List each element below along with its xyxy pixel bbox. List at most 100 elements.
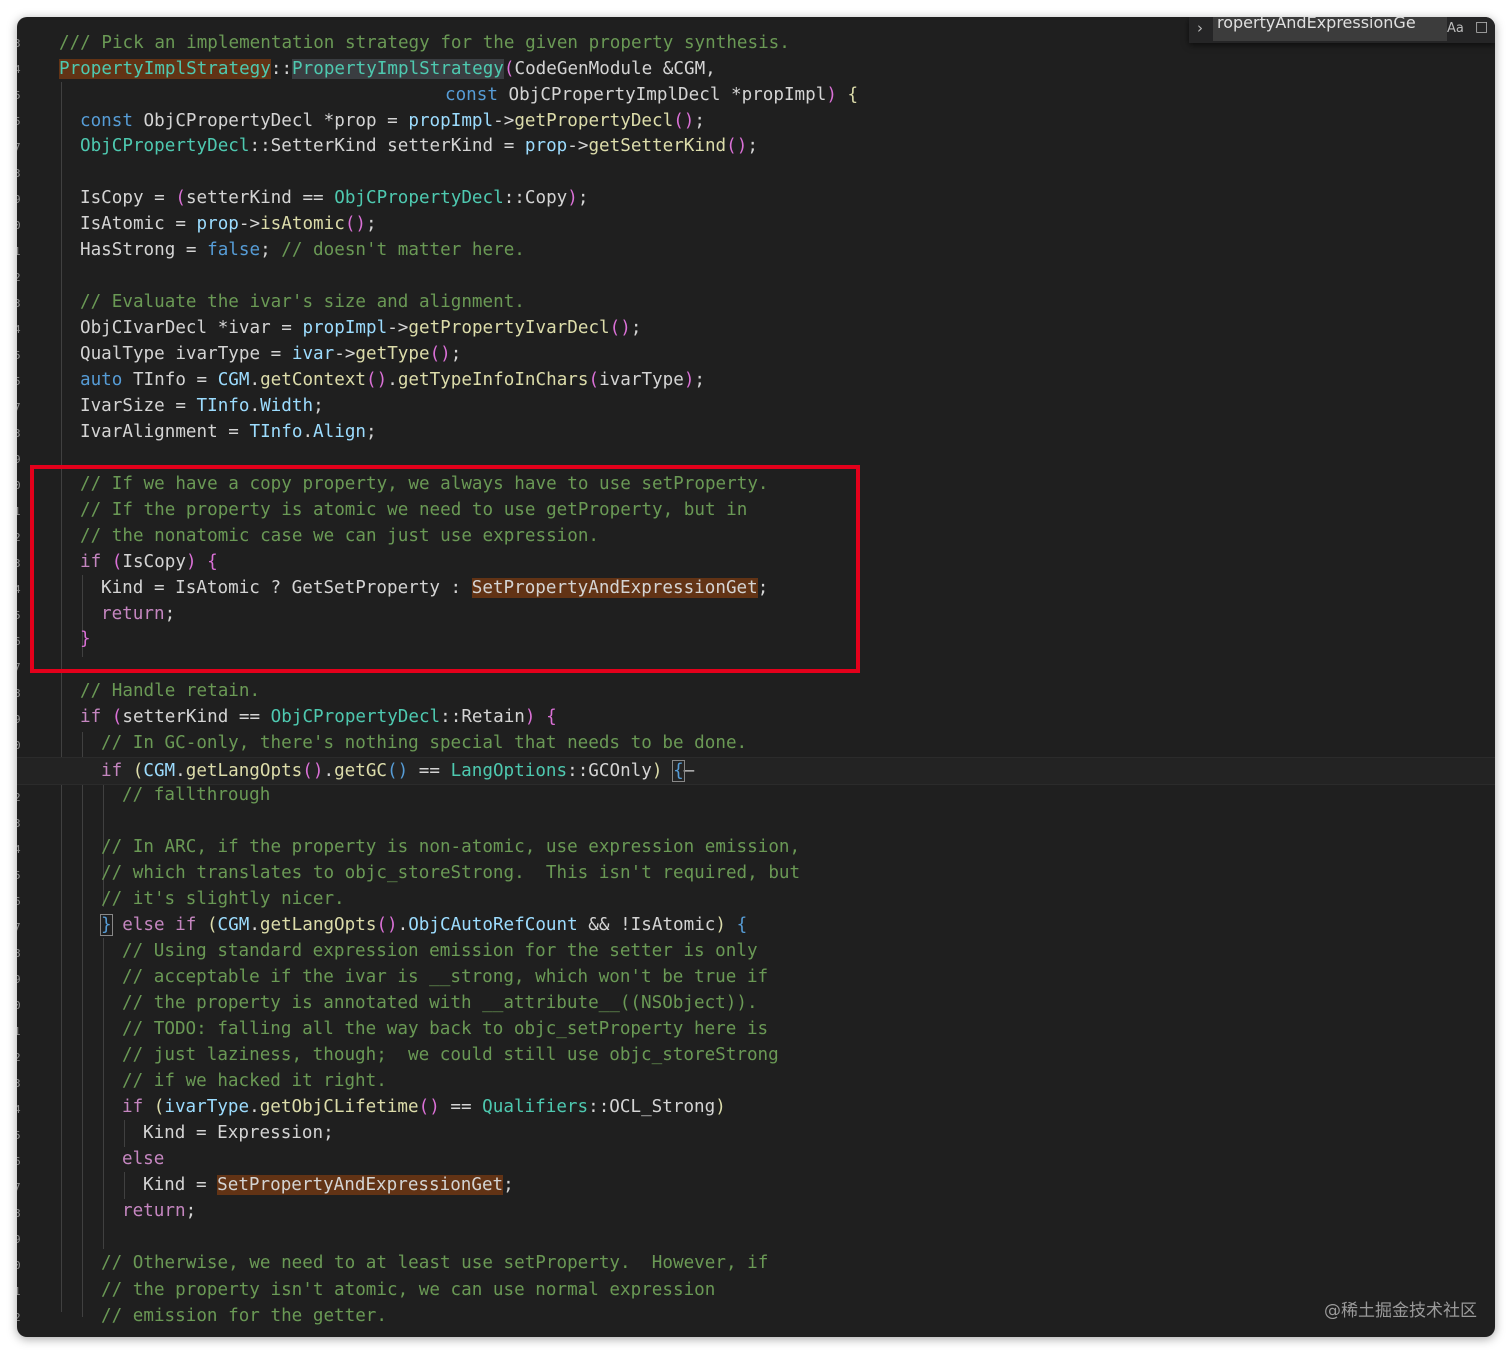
code-line[interactable]: // fallthrough bbox=[17, 782, 1495, 808]
code-token: QualType ivarType = bbox=[80, 344, 292, 364]
code-token: ObjCPropertyDecl *prop = bbox=[132, 111, 409, 131]
find-widget[interactable]: › ropertyAndExpressionGe Aa □ bbox=[1189, 17, 1495, 43]
code-token: propImpl bbox=[302, 318, 388, 338]
code-token: ObjCIvarDecl *ivar = bbox=[80, 318, 303, 338]
match-case-toggle[interactable]: Aa bbox=[1447, 21, 1464, 36]
code-token: ::Retain bbox=[440, 707, 525, 727]
code-token: const bbox=[445, 85, 498, 105]
code-line[interactable]: IvarAlignment = TInfo.Align; bbox=[17, 419, 1495, 445]
code-line[interactable]: Kind = Expression; bbox=[17, 1120, 1495, 1146]
code-line[interactable]: // which translates to objc_storeStrong.… bbox=[17, 860, 1495, 886]
find-input[interactable]: ropertyAndExpressionGe bbox=[1213, 17, 1447, 41]
code-line[interactable]: auto TInfo = CGM.getContext().getTypeInf… bbox=[17, 367, 1495, 393]
code-token: getLangOpts bbox=[185, 761, 303, 781]
code-line[interactable]: return; bbox=[17, 1198, 1495, 1224]
code-token: PropertyImplStrategy bbox=[59, 59, 271, 79]
code-token: { bbox=[847, 85, 859, 105]
code-line[interactable]: ObjCIvarDecl *ivar = propImpl->getProper… bbox=[17, 315, 1495, 341]
code-token: isAtomic bbox=[260, 214, 345, 234]
code-token: getSetterKind bbox=[588, 136, 727, 156]
code-token: // Otherwise, we need to at least use se… bbox=[101, 1253, 769, 1273]
code-line[interactable]: // Using standard expression emission fo… bbox=[17, 938, 1495, 964]
code-line[interactable]: ObjCPropertyDecl::SetterKind setterKind … bbox=[17, 133, 1495, 159]
code-line[interactable]: PropertyImplStrategy::PropertyImplStrate… bbox=[17, 56, 1495, 82]
code-line[interactable]: // Evaluate the ivar's size and alignmen… bbox=[17, 289, 1495, 315]
regex-icon[interactable]: □ bbox=[1475, 19, 1488, 35]
code-token: getTypeInfoInChars bbox=[397, 370, 589, 390]
code-token: ( bbox=[588, 370, 600, 390]
code-token: SetPropertyAndExpressionGet bbox=[217, 1175, 504, 1195]
code-line[interactable]: IsCopy = (setterKind == ObjCPropertyDecl… bbox=[17, 185, 1495, 211]
code-token: && !IsAtomic bbox=[577, 915, 716, 935]
code-line[interactable]: const ObjCPropertyDecl *prop = propImpl-… bbox=[17, 108, 1495, 134]
code-line[interactable]: Kind = SetPropertyAndExpressionGet; bbox=[17, 1172, 1495, 1198]
code-line[interactable]: // if we hacked it right. bbox=[17, 1068, 1495, 1094]
code-token: . bbox=[302, 422, 314, 442]
code-token: () bbox=[387, 761, 409, 781]
code-line[interactable]: } else if (CGM.getLangOpts().ObjCAutoRef… bbox=[17, 912, 1495, 938]
code-token: if bbox=[122, 1097, 144, 1117]
code-token: ; bbox=[366, 214, 377, 234]
code-line[interactable]: if (CGM.getLangOpts().getGC() == LangOpt… bbox=[17, 757, 1495, 785]
code-line[interactable]: if (setterKind == ObjCPropertyDecl::Reta… bbox=[17, 704, 1495, 730]
code-token: TInfo = bbox=[122, 370, 218, 390]
code-token: ::SetterKind setterKind = bbox=[249, 136, 525, 156]
code-line[interactable]: // just laziness, though; we could still… bbox=[17, 1042, 1495, 1068]
code-line[interactable]: // TODO: falling all the way back to obj… bbox=[17, 1016, 1495, 1042]
code-line[interactable]: IsAtomic = prop->isAtomic(); bbox=[17, 211, 1495, 237]
code-line[interactable]: // In ARC, if the property is non-atomic… bbox=[17, 834, 1495, 860]
code-token: Kind = Expression; bbox=[143, 1123, 334, 1143]
code-token: ; bbox=[577, 188, 589, 208]
code-line[interactable]: HasStrong = false; // doesn't matter her… bbox=[17, 237, 1495, 263]
code-token: IsAtomic = bbox=[80, 214, 197, 234]
code-token: ; bbox=[185, 1201, 197, 1221]
code-token: -> bbox=[334, 344, 356, 364]
code-line[interactable]: else bbox=[17, 1146, 1495, 1172]
code-line[interactable]: // emission for the getter. bbox=[17, 1303, 1495, 1329]
code-token: getObjCLifetime bbox=[259, 1097, 419, 1117]
code-line[interactable]: // Handle retain. bbox=[17, 678, 1495, 704]
code-line[interactable]: IvarSize = TInfo.Width; bbox=[17, 393, 1495, 419]
code-token: ObjCPropertyImplDecl *propImpl bbox=[497, 85, 827, 105]
code-line[interactable]: const ObjCPropertyImplDecl *propImpl) { bbox=[17, 82, 1495, 108]
code-token: ; bbox=[747, 136, 758, 156]
code-line[interactable]: // Otherwise, we need to at least use se… bbox=[17, 1250, 1495, 1276]
code-token: { bbox=[736, 915, 748, 935]
code-token: /// Pick an implementation strategy for … bbox=[59, 33, 790, 53]
code-token: () bbox=[302, 761, 324, 781]
code-line[interactable]: // acceptable if the ivar is __strong, w… bbox=[17, 964, 1495, 990]
code-token: ObjCPropertyDecl bbox=[334, 188, 504, 208]
code-line[interactable]: // it's slightly nicer. bbox=[17, 886, 1495, 912]
code-token: ::OCL_Strong bbox=[588, 1097, 716, 1117]
code-token: -> bbox=[387, 318, 409, 338]
code-token: . bbox=[249, 396, 261, 416]
code-token: // it's slightly nicer. bbox=[101, 889, 345, 909]
code-token: ; bbox=[366, 422, 377, 442]
code-token: ObjCAutoRefCount bbox=[408, 915, 578, 935]
code-line[interactable]: if (ivarType.getObjCLifetime() == Qualif… bbox=[17, 1094, 1495, 1120]
code-token: // acceptable if the ivar is __strong, w… bbox=[122, 967, 769, 987]
annotation-highlight-box bbox=[30, 465, 860, 673]
code-line[interactable]: QualType ivarType = ivar->getType(); bbox=[17, 341, 1495, 367]
code-area[interactable]: /// Pick an implementation strategy for … bbox=[17, 17, 1495, 1337]
code-token: CGM bbox=[217, 915, 250, 935]
code-line[interactable]: // the property is annotated with __attr… bbox=[17, 990, 1495, 1016]
code-line[interactable]: // In GC-only, there's nothing special t… bbox=[17, 730, 1495, 756]
code-token: prop bbox=[196, 214, 239, 234]
code-token: ; bbox=[694, 111, 705, 131]
code-token: ( bbox=[206, 915, 218, 935]
code-token: CodeGenModule &CGM, bbox=[514, 59, 716, 79]
code-token: ) bbox=[524, 707, 536, 727]
code-token: . bbox=[249, 915, 260, 935]
code-token: getPropertyDecl bbox=[514, 111, 674, 131]
code-line[interactable]: // the property isn't atomic, we can use… bbox=[17, 1277, 1495, 1303]
chevron-right-icon[interactable]: › bbox=[1197, 19, 1203, 37]
code-token: // In ARC, if the property is non-atomic… bbox=[101, 837, 801, 857]
code-token: ) bbox=[715, 1097, 726, 1117]
